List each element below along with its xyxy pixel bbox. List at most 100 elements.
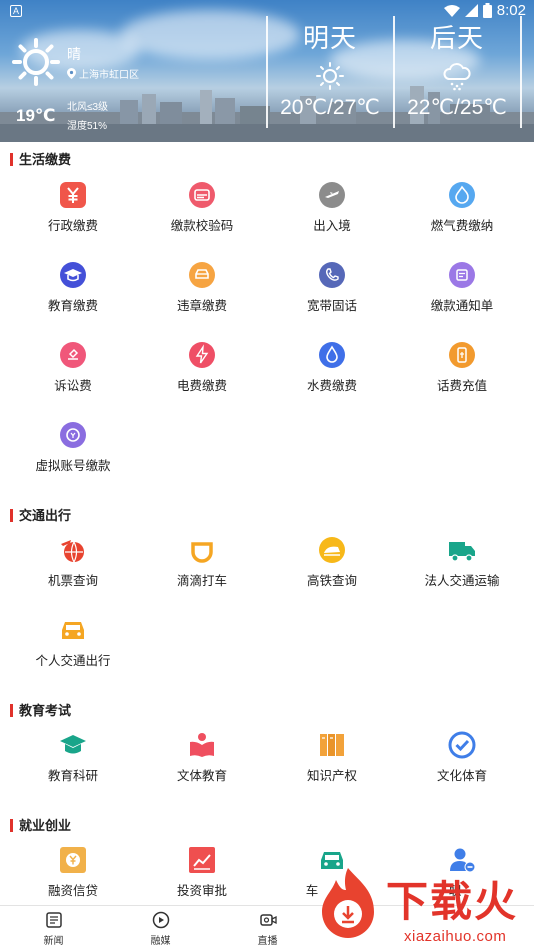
forecast-range: 20℃/27℃	[280, 96, 380, 119]
service-label: 出入境	[313, 219, 351, 233]
service-label: 水费缴费	[306, 379, 357, 393]
watermark-url: xiazaihuo.com	[404, 928, 507, 945]
service-shuifei[interactable]: 水费缴费	[265, 341, 399, 394]
service-kuandai[interactable]: 宽带固话	[265, 261, 399, 314]
globe-plane-icon	[61, 540, 84, 564]
forecast-day: 后天	[429, 23, 484, 53]
service-label: 虚拟账号缴款	[35, 459, 111, 473]
book-reader-icon	[190, 733, 214, 757]
service-zhishi-chanquan[interactable]: 知识产权	[265, 731, 399, 784]
section-title-employment: 就业创业	[10, 819, 71, 832]
service-label: 燃气费缴纳	[430, 219, 494, 233]
location-text: 上海市虹口区	[79, 70, 139, 81]
today-humidity: 湿度51%	[67, 121, 108, 132]
car-icon	[189, 262, 215, 288]
barcode-card-icon	[189, 182, 215, 208]
today-temperature: 19℃	[16, 106, 56, 125]
service-jipiao[interactable]: 机票查询	[6, 536, 140, 589]
fire-logo-icon	[322, 868, 374, 938]
service-label: 融资信贷	[47, 884, 98, 898]
nav-news[interactable]: 新闻	[0, 911, 107, 947]
forecast-range: 22℃/25℃	[407, 96, 507, 119]
service-tongzhidan[interactable]: 缴款通知单	[395, 261, 529, 314]
service-label: 诉讼费	[54, 379, 92, 393]
service-label: 缴款校验码	[170, 219, 234, 233]
nav-label: 新闻	[43, 936, 64, 947]
service-dianfei[interactable]: 电费缴费	[135, 341, 269, 394]
today-condition: 晴	[67, 46, 81, 62]
high-speed-train-icon	[319, 537, 345, 563]
phone-icon	[319, 262, 345, 288]
water-drop-icon	[319, 342, 345, 368]
graduation-cap-icon	[60, 262, 86, 288]
service-label: 缴款通知单	[430, 299, 494, 313]
nav-label: 直播	[257, 936, 278, 947]
plane-icon	[319, 182, 345, 208]
section-title-education: 教育考试	[10, 704, 71, 717]
service-label: 话费充值	[436, 379, 487, 393]
service-rongzi-xindai[interactable]: 融资信贷	[6, 846, 140, 899]
car-front-icon	[62, 622, 84, 639]
service-label: 电费缴费	[176, 379, 227, 393]
service-label: 文体教育	[176, 769, 227, 783]
service-weizhang[interactable]: 违章缴费	[135, 261, 269, 314]
service-wenti-jiaoyu[interactable]: 文体教育	[135, 731, 269, 784]
sun-icon	[316, 62, 344, 90]
service-jiaokuan-code[interactable]: 缴款校验码	[135, 181, 269, 234]
service-label: 教育科研	[47, 769, 98, 783]
lightning-icon	[189, 342, 215, 368]
nav-rongmei[interactable]: 融媒	[107, 911, 214, 947]
service-wenhua-tiyu[interactable]: 文化体育	[395, 731, 529, 784]
yuan-card-icon	[60, 847, 86, 873]
watermark: 下载火 xiazaihuo.com	[312, 860, 534, 950]
nav-label: 融媒	[150, 936, 171, 947]
service-gaotie[interactable]: 高铁查询	[265, 536, 399, 589]
check-badge-icon	[448, 731, 476, 759]
forecast-day-after: 后天 22℃/25℃	[393, 16, 519, 128]
location-pin-icon	[67, 68, 76, 79]
service-geren-chuxing[interactable]: 个人交通出行	[6, 616, 140, 669]
service-label: 个人交通出行	[35, 654, 111, 668]
today-wind: 北风≤3级	[67, 102, 109, 113]
service-label: 违章缴费	[176, 299, 227, 313]
divider	[520, 16, 522, 128]
gas-flame-icon	[449, 182, 475, 208]
service-xuni-zhanghao[interactable]: 虚拟账号缴款	[6, 421, 140, 474]
live-camera-icon	[259, 914, 277, 926]
service-xingzheng[interactable]: 行政缴费	[6, 181, 140, 234]
notification-a-icon: A	[10, 5, 22, 17]
service-label: 行政缴费	[47, 219, 98, 233]
sun-icon	[12, 38, 60, 86]
service-label: 滴滴打车	[176, 574, 227, 588]
service-label: 法人交通运输	[424, 574, 500, 588]
service-label: 文化体育	[436, 769, 487, 783]
forecast-day: 明天	[302, 23, 357, 53]
nav-live[interactable]: 直播	[214, 911, 321, 947]
service-label: 高铁查询	[306, 574, 357, 588]
virtual-account-icon	[60, 422, 86, 448]
service-label: 宽带固话	[306, 299, 357, 313]
service-jiaoyu-keyan[interactable]: 教育科研	[6, 731, 140, 784]
service-label: 机票查询	[47, 574, 98, 588]
location-label[interactable]: 上海市虹口区	[67, 66, 139, 81]
forecast-tomorrow: 明天 20℃/27℃	[266, 16, 392, 128]
yuan-payment-icon	[60, 182, 86, 208]
service-didi[interactable]: 滴滴打车	[135, 536, 269, 589]
service-huafei[interactable]: 话费充值	[395, 341, 529, 394]
service-susong[interactable]: 诉讼费	[6, 341, 140, 394]
service-label: 知识产权	[306, 769, 357, 783]
watermark-brand: 下载火	[386, 878, 519, 925]
service-jiaoyu[interactable]: 教育缴费	[6, 261, 140, 314]
books-icon	[320, 734, 344, 756]
service-faren-yunshu[interactable]: 法人交通运输	[395, 536, 529, 589]
graduation-cap-icon	[60, 735, 86, 754]
section-title-transport: 交通出行	[10, 509, 71, 522]
gavel-icon	[60, 342, 86, 368]
service-ranqi[interactable]: 燃气费缴纳	[395, 181, 529, 234]
news-icon	[45, 912, 62, 928]
truck-icon	[449, 542, 475, 562]
didi-logo-icon	[191, 542, 213, 563]
service-label: 教育缴费	[47, 299, 98, 313]
service-churujing[interactable]: 出入境	[265, 181, 399, 234]
section-title-living: 生活缴费	[10, 153, 71, 166]
